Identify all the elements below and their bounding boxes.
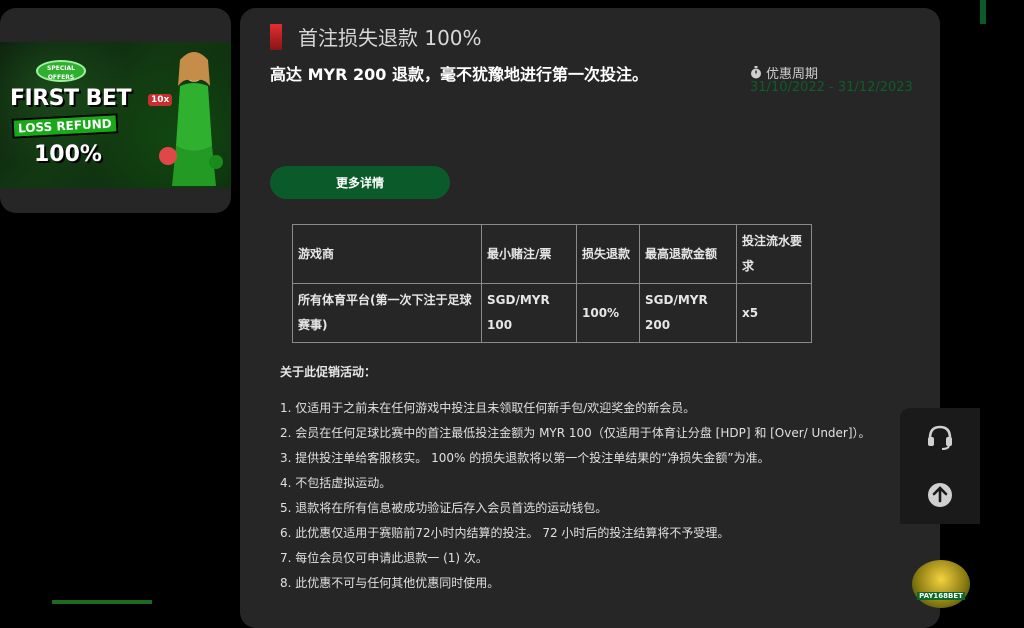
headset-icon: [928, 425, 952, 450]
rule-item: 7. 每位会员仅可申请此退款一 (1) 次。: [280, 551, 488, 565]
rule-item: 5. 退款将在所有信息被成功验证后存入会员首选的运动钱包。: [280, 501, 608, 515]
table-header-cell: 最高退款金额: [639, 224, 737, 284]
promo-title: 首注损失退款 100%: [298, 26, 482, 50]
promo-terms-table: 游戏商 最小赌注/票 损失退款 最高退款金额 投注流水要求 所有体育平台(第一次…: [292, 224, 812, 343]
table-cell: SGD/MYR 200: [639, 283, 737, 343]
arrow-up-icon: [928, 483, 952, 507]
top-right-accent: [980, 0, 986, 24]
promo-period-value: 31/10/2022 - 31/12/2023: [750, 80, 913, 95]
rule-item: 2. 会员在任何足球比赛中的首注最低投注金额为 MYR 100（仅适用于体育让分…: [280, 426, 871, 440]
rule-item: 4. 不包括虚拟运动。: [280, 476, 392, 490]
table-header-cell: 最小赌注/票: [481, 224, 577, 284]
table-cell: 所有体育平台(第一次下注于足球赛事): [292, 283, 482, 343]
stopwatch-icon: [751, 66, 761, 79]
more-details-button[interactable]: 更多详情: [270, 166, 450, 199]
title-accent-bar: [270, 24, 282, 50]
rule-item: 3. 提供投注单给客服核实。 100% 的损失退款将以第一个投注单结果的“净损失…: [280, 451, 770, 465]
multiplier-badge: 10x: [148, 94, 173, 106]
rule-item: 1. 仅适用于之前未在任何游戏中投注且未领取任何新手包/欢迎奖金的新会员。: [280, 401, 696, 415]
customer-support-button[interactable]: [900, 408, 980, 466]
promo-thumbnail-card[interactable]: SPECIAL OFFERS FIRST BET LOSS REFUND 100…: [0, 8, 231, 213]
special-offers-badge: SPECIAL OFFERS: [36, 60, 86, 82]
table-header-row: 游戏商 最小赌注/票 损失退款 最高退款金额 投注流水要求: [292, 224, 812, 284]
table-header-cell: 投注流水要求: [736, 224, 812, 284]
rule-item: 6. 此优惠仅适用于赛赔前72小时内结算的投注。 72 小时后的投注结算将不予受…: [280, 526, 730, 540]
table-header-cell: 游戏商: [292, 224, 482, 284]
promo-detail-card: 首注损失退款 100% 高达 MYR 200 退款，毫不犹豫地进行第一次投注。 …: [240, 8, 940, 628]
back-to-top-button[interactable]: [900, 466, 980, 524]
promo-banner-image[interactable]: SPECIAL OFFERS FIRST BET LOSS REFUND 100…: [0, 42, 231, 188]
banner-headline: FIRST BET: [10, 86, 131, 111]
rules-list: 1. 仅适用于之前未在任何游戏中投注且未领取任何新手包/欢迎奖金的新会员。 2.…: [280, 400, 871, 600]
table-cell: 100%: [576, 283, 640, 343]
promo-subtitle: 高达 MYR 200 退款，毫不犹豫地进行第一次投注。: [270, 65, 648, 84]
table-cell: x5: [736, 283, 812, 343]
bottom-decoration: [52, 600, 152, 604]
table-header-cell: 损失退款: [576, 224, 640, 284]
banner-percent: 100%: [34, 142, 102, 167]
table-cell: SGD/MYR 100: [481, 283, 577, 343]
about-heading: 关于此促销活动：: [280, 365, 377, 379]
mascot-logo[interactable]: PAY168BET: [912, 560, 970, 608]
model-illustration: [159, 52, 223, 186]
table-row: 所有体育平台(第一次下注于足球赛事) SGD/MYR 100 100% SGD/…: [292, 283, 812, 343]
mascot-label: PAY168BET: [917, 592, 965, 600]
rule-item: 8. 此优惠不可与任何其他优惠同时使用。: [280, 576, 500, 590]
